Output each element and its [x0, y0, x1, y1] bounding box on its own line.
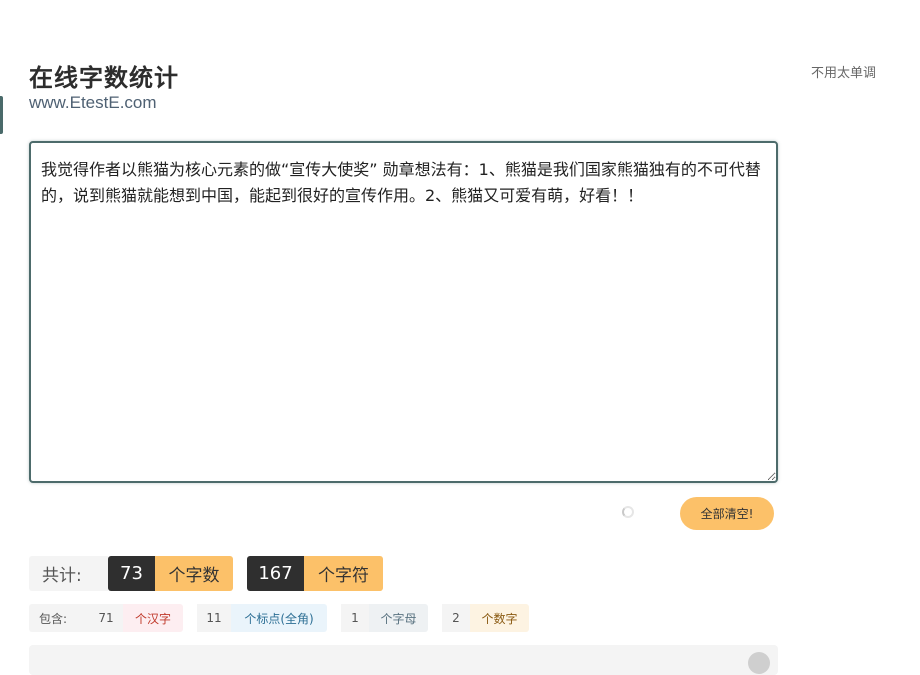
- letter-count-value: 1: [341, 604, 369, 632]
- totals-label: 共计:: [29, 556, 108, 591]
- hanzi-count-value: 71: [89, 604, 123, 632]
- hanzi-count-unit: 个汉字: [123, 604, 183, 632]
- scroll-toggle-icon[interactable]: [748, 652, 770, 674]
- char-count-unit: 个字数: [155, 556, 233, 591]
- breakdown-summary: 包含: 71 个汉字 11 个标点(全角) 1 个字母 2 个数字: [29, 604, 529, 632]
- page-title: 在线字数统计: [29, 64, 179, 92]
- letter-count-unit: 个字母: [369, 604, 428, 632]
- left-edge-marker: [0, 96, 3, 134]
- text-input-area[interactable]: 我觉得作者以熊猫为核心元素的做“宣传大使奖” 勋章想法有：1、熊猫是我们国家熊猫…: [29, 141, 778, 483]
- digit-count-value: 2: [442, 604, 470, 632]
- punctuation-count-unit: 个标点(全角): [231, 604, 327, 632]
- bottom-panel: [29, 645, 778, 675]
- punctuation-count-value: 11: [197, 604, 231, 632]
- site-url[interactable]: www.EtestE.com: [29, 93, 157, 113]
- breakdown-label: 包含:: [29, 604, 89, 632]
- clear-all-button[interactable]: 全部清空!: [680, 497, 774, 530]
- totals-summary: 共计: 73 个字数 167 个字符: [29, 556, 383, 591]
- top-right-link[interactable]: 不用太单调: [811, 62, 876, 81]
- char-count-value: 73: [108, 556, 155, 591]
- loading-spinner-icon: [622, 506, 634, 518]
- digit-count-unit: 个数字: [470, 604, 529, 632]
- symbol-count-unit: 个字符: [304, 556, 383, 591]
- symbol-count-value: 167: [247, 556, 304, 591]
